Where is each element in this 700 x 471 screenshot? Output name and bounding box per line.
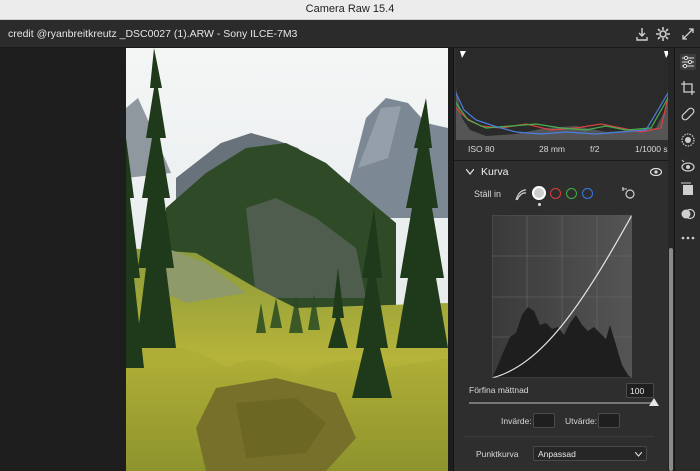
input-value-field[interactable]	[533, 413, 555, 428]
healing-bandage-icon[interactable]	[680, 106, 696, 122]
target-adjust-icon[interactable]	[622, 186, 636, 200]
point-curve-white-button[interactable]	[532, 186, 546, 200]
more-options-icon[interactable]	[680, 230, 696, 246]
output-value-field[interactable]	[598, 413, 620, 428]
edit-sliders-icon[interactable]	[680, 54, 696, 70]
window-titlebar: Camera Raw 15.4	[0, 0, 700, 20]
green-channel-button[interactable]	[566, 188, 577, 199]
window-title: Camera Raw 15.4	[305, 3, 395, 15]
visibility-eye-icon[interactable]	[650, 168, 662, 176]
histogram	[455, 48, 673, 140]
curve-section-header[interactable]: Kurva	[454, 161, 675, 183]
file-info: credit @ryanbreitkreutz _DSC0027 (1).ARW…	[8, 28, 298, 40]
parametric-curve-icon[interactable]	[514, 188, 528, 202]
point-curve-dropdown[interactable]: Anpassad	[533, 446, 647, 461]
refine-saturation-slider-thumb[interactable]	[649, 398, 659, 406]
toolbar: credit @ryanbreitkreutz _DSC0027 (1).ARW…	[0, 20, 700, 48]
point-curve-label: Punktkurva	[476, 449, 519, 459]
curve-section-title: Kurva	[481, 166, 509, 178]
adjust-label: Ställ in	[474, 189, 502, 199]
scrollbar-thumb[interactable]	[669, 248, 673, 471]
chevron-down-icon[interactable]	[466, 169, 474, 175]
edit-panel: ISO 80 28 mm f/2 1/1000 s Kurva Ställ in…	[453, 48, 675, 471]
camera-info: ISO 80 28 mm f/2 1/1000 s	[454, 140, 675, 160]
photo-preview	[126, 48, 448, 471]
selected-dot	[538, 203, 541, 206]
chevron-down-icon	[635, 452, 642, 457]
shutter-speed: 1/1000 s	[635, 144, 668, 154]
tool-rail	[674, 48, 700, 471]
input-label: Invärde:	[501, 416, 532, 426]
divider	[464, 436, 654, 437]
crop-icon[interactable]	[680, 80, 696, 96]
image-canvas[interactable]	[0, 48, 453, 471]
aperture-value: f/2	[590, 144, 600, 154]
iso-value: ISO 80	[468, 144, 495, 154]
settings-gear-icon[interactable]	[655, 26, 671, 42]
snapshots-icon[interactable]	[680, 206, 696, 222]
refine-saturation-value[interactable]: 100	[626, 383, 654, 398]
save-icon[interactable]	[634, 26, 650, 42]
red-channel-button[interactable]	[550, 188, 561, 199]
tone-curve-graph[interactable]	[491, 214, 633, 379]
fullscreen-icon[interactable]	[680, 26, 696, 42]
masking-icon[interactable]	[680, 132, 696, 148]
refine-saturation-label: Förfina mättnad	[469, 385, 529, 395]
presets-icon[interactable]	[680, 182, 696, 198]
refine-saturation-slider[interactable]	[469, 402, 653, 404]
point-curve-dropdown-value: Anpassad	[538, 449, 576, 459]
focal-length: 28 mm	[539, 144, 565, 154]
red-eye-icon[interactable]	[680, 158, 696, 174]
blue-channel-button[interactable]	[582, 188, 593, 199]
output-label: Utvärde:	[565, 416, 598, 426]
